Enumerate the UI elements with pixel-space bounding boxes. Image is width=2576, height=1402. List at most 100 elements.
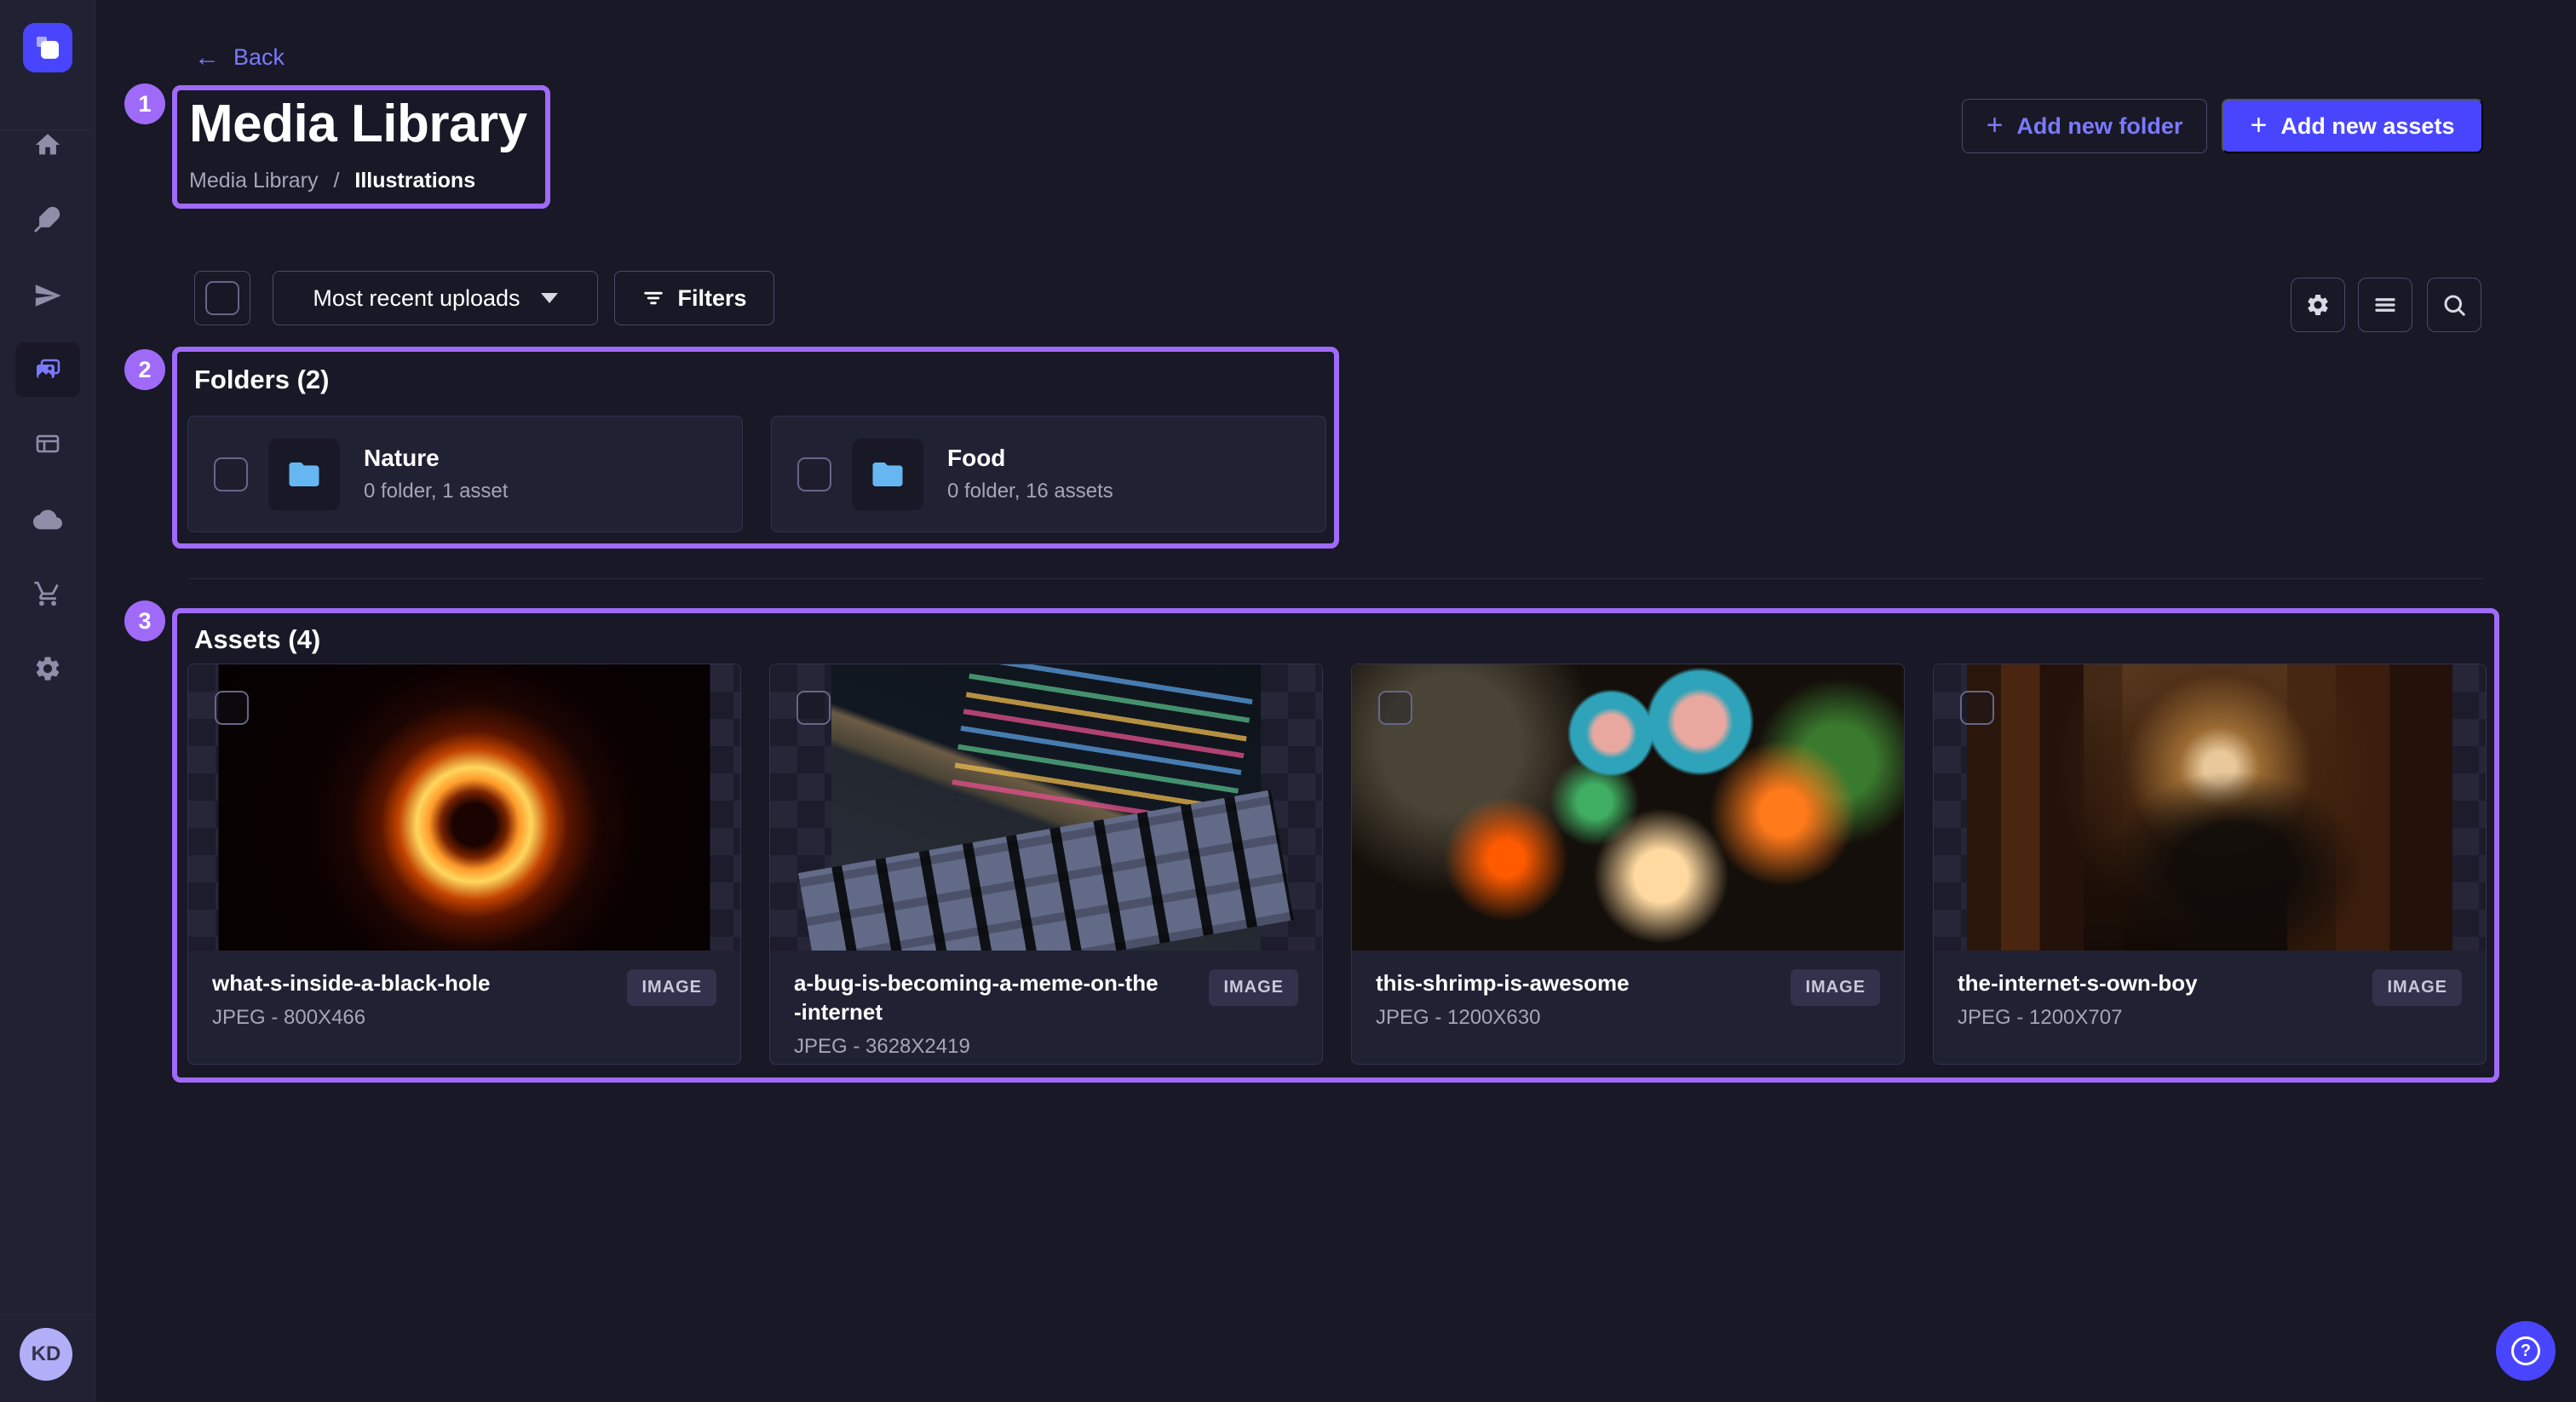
asset-type-badge: IMAGE xyxy=(2372,969,2462,1006)
add-new-folder-button[interactable]: + Add new folder xyxy=(1962,99,2207,153)
back-link[interactable]: ← Back xyxy=(194,44,285,71)
sidebar-item-settings[interactable] xyxy=(15,641,80,696)
folder-meta: 0 folder, 16 assets xyxy=(947,480,1113,503)
folder-checkbox[interactable] xyxy=(214,457,248,491)
asset-info: what-s-inside-a-black-hole JPEG - 800X46… xyxy=(188,951,740,1030)
plus-icon: + xyxy=(2251,111,2268,140)
asset-meta: JPEG - 1200X630 xyxy=(1376,1006,1880,1030)
annotation-badge-1: 1 xyxy=(124,83,165,124)
folder-icon xyxy=(870,457,906,492)
asset-info: a-bug-is-becoming-a-meme-on-the-internet… xyxy=(770,951,1322,1059)
folder-text: Food 0 folder, 16 assets xyxy=(947,445,1113,503)
sidebar-divider-bottom xyxy=(0,1314,95,1315)
asset-checkbox[interactable] xyxy=(1960,691,1994,725)
folder-icon-tile xyxy=(852,439,923,510)
add-new-assets-button[interactable]: + Add new assets xyxy=(2222,99,2483,153)
search-button[interactable] xyxy=(2427,278,2481,332)
cart-icon xyxy=(33,579,62,608)
asset-meta: JPEG - 800X466 xyxy=(212,1006,716,1030)
sidebar-item-content-type-builder[interactable] xyxy=(15,417,80,471)
asset-thumbnail xyxy=(770,664,1322,951)
strapi-logo[interactable] xyxy=(23,23,72,72)
sort-select[interactable]: Most recent uploads xyxy=(273,271,598,325)
breadcrumb-parent[interactable]: Media Library xyxy=(189,169,318,193)
plus-icon: + xyxy=(1987,111,2004,140)
breadcrumb-current: Illustrations xyxy=(354,169,475,193)
back-label: Back xyxy=(233,44,285,71)
feather-icon xyxy=(33,204,62,233)
layout-icon xyxy=(33,429,62,458)
help-button[interactable]: ? xyxy=(2496,1321,2556,1381)
asset-type-badge: IMAGE xyxy=(627,969,716,1006)
sidebar-item-content-editor[interactable] xyxy=(15,192,80,246)
asset-info: this-shrimp-is-awesome JPEG - 1200X630 I… xyxy=(1352,951,1904,1030)
asset-thumbnail xyxy=(1352,664,1904,951)
filters-button[interactable]: Filters xyxy=(614,271,774,325)
annotation-badge-3: 3 xyxy=(124,600,165,641)
list-view-button[interactable] xyxy=(2358,278,2412,332)
assets-heading: Assets (4) xyxy=(194,624,320,655)
list-icon xyxy=(2372,292,2398,318)
asset-card-bug-meme[interactable]: a-bug-is-becoming-a-meme-on-the-internet… xyxy=(769,664,1323,1065)
asset-name: this-shrimp-is-awesome xyxy=(1376,969,1742,998)
filters-label: Filters xyxy=(677,285,746,312)
avatar-initials: KD xyxy=(32,1342,61,1366)
gear-icon xyxy=(33,654,62,683)
asset-checkbox[interactable] xyxy=(1378,691,1412,725)
avatar[interactable]: KD xyxy=(20,1328,72,1381)
asset-name: what-s-inside-a-black-hole xyxy=(212,969,578,998)
media-library-icon xyxy=(33,355,62,384)
select-all-wrapper xyxy=(194,271,250,325)
asset-checkbox[interactable] xyxy=(215,691,249,725)
folder-card-nature[interactable]: Nature 0 folder, 1 asset xyxy=(187,416,743,532)
sidebar-item-marketplace[interactable] xyxy=(15,566,80,621)
folder-card-food[interactable]: Food 0 folder, 16 assets xyxy=(771,416,1326,532)
asset-type-badge: IMAGE xyxy=(1791,969,1880,1006)
add-new-assets-label: Add new assets xyxy=(2280,113,2454,140)
sidebar-item-media-library[interactable] xyxy=(15,342,80,397)
folders-heading: Folders (2) xyxy=(194,365,329,395)
folder-checkbox[interactable] xyxy=(797,457,831,491)
filter-icon xyxy=(641,286,665,310)
asset-meta: JPEG - 3628X2419 xyxy=(794,1035,1298,1059)
sidebar-item-deploy[interactable] xyxy=(15,268,80,323)
view-settings-button[interactable] xyxy=(2291,278,2345,332)
laptop-code-image xyxy=(831,664,1261,951)
mantis-shrimp-image xyxy=(1352,664,1904,951)
section-divider xyxy=(189,578,2483,579)
sidebar-item-home[interactable] xyxy=(15,118,80,172)
strapi-logo-icon xyxy=(33,33,62,62)
folder-name: Food xyxy=(947,445,1113,472)
asset-meta: JPEG - 1200X707 xyxy=(1958,1006,2462,1030)
select-all-checkbox[interactable] xyxy=(205,281,239,315)
asset-card-shrimp[interactable]: this-shrimp-is-awesome JPEG - 1200X630 I… xyxy=(1351,664,1905,1065)
asset-name: the-internet-s-own-boy xyxy=(1958,969,2324,998)
question-mark-icon: ? xyxy=(2511,1336,2540,1365)
gear-icon xyxy=(2305,292,2331,318)
asset-thumbnail xyxy=(188,664,740,951)
asset-card-black-hole[interactable]: what-s-inside-a-black-hole JPEG - 800X46… xyxy=(187,664,741,1065)
breadcrumb-separator: / xyxy=(333,169,339,193)
sidebar: KD xyxy=(0,0,95,1402)
asset-info: the-internet-s-own-boy JPEG - 1200X707 I… xyxy=(1934,951,2486,1030)
asset-card-internets-own-boy[interactable]: the-internet-s-own-boy JPEG - 1200X707 I… xyxy=(1933,664,2487,1065)
search-icon xyxy=(2441,292,2467,318)
folder-icon-tile xyxy=(268,439,340,510)
chevron-down-icon xyxy=(541,293,558,303)
add-new-folder-label: Add new folder xyxy=(2016,113,2182,140)
sidebar-item-cloud[interactable] xyxy=(15,492,80,547)
page-title: Media Library xyxy=(189,94,527,154)
library-portrait-image xyxy=(1967,664,2452,951)
folder-text: Nature 0 folder, 1 asset xyxy=(364,445,508,503)
back-arrow-icon: ← xyxy=(194,45,220,71)
asset-thumbnail xyxy=(1934,664,2486,951)
breadcrumb: Media Library / Illustrations xyxy=(189,169,475,193)
question-mark-glyph: ? xyxy=(2521,1342,2531,1361)
sort-select-value: Most recent uploads xyxy=(313,285,520,312)
folder-meta: 0 folder, 1 asset xyxy=(364,480,508,503)
folder-icon xyxy=(286,457,322,492)
home-icon xyxy=(33,130,62,159)
asset-checkbox[interactable] xyxy=(796,691,831,725)
folder-name: Nature xyxy=(364,445,508,472)
asset-type-badge: IMAGE xyxy=(1209,969,1298,1006)
